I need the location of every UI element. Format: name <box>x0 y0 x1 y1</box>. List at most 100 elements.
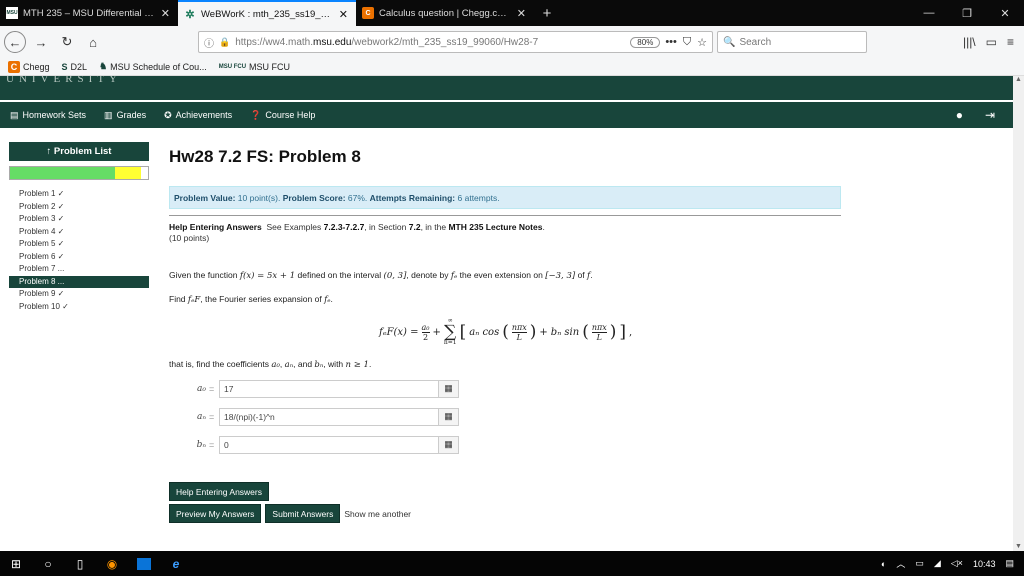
submit-answers-button[interactable]: Submit Answers <box>265 504 341 523</box>
equation-editor-icon[interactable]: ▦ <box>439 435 459 454</box>
frac-num: nπx <box>511 322 527 332</box>
home-icon[interactable]: ⌂ <box>82 31 104 53</box>
menu-grades[interactable]: ▥ Grades <box>104 110 146 121</box>
math-a0: a₀ <box>271 360 280 370</box>
scroll-up-icon[interactable]: ▲ <box>1014 76 1023 84</box>
find-text: . <box>330 294 333 304</box>
tab-msu-differential[interactable]: MSU MTH 235 – MSU Differential Eq ✕ <box>0 0 178 26</box>
problem-list-item[interactable]: Problem 8 ... <box>9 275 149 288</box>
score-text: 67%. <box>347 192 368 203</box>
people-icon[interactable]: ◐ <box>881 559 886 569</box>
frac-den: L <box>516 332 522 342</box>
clock-time[interactable]: 10:43 <box>973 559 996 569</box>
problem-list-item[interactable]: Problem 5 ✓ <box>9 238 149 251</box>
close-icon[interactable]: ✕ <box>159 7 172 20</box>
bookmark-d2l[interactable]: S D2L <box>62 62 88 72</box>
math-interval: (0, 3] <box>383 271 407 281</box>
edge-icon[interactable]: e <box>160 551 192 576</box>
frac-den: L <box>596 332 602 342</box>
menu-label: Course Help <box>265 110 316 120</box>
menu-course-help[interactable]: ❓ Course Help <box>250 110 315 121</box>
preview-answers-button[interactable]: Preview My Answers <box>169 504 262 523</box>
grades-icon: ▥ <box>104 109 113 120</box>
bookmark-star-icon[interactable]: ☆ <box>697 36 707 49</box>
bookmark-chegg[interactable]: C Chegg <box>8 60 50 73</box>
show-another-link[interactable]: Show me another <box>344 509 411 519</box>
equation-editor-icon[interactable]: ▦ <box>439 379 459 398</box>
d2l-icon: S <box>61 61 68 72</box>
bookmark-label: MSU FCU <box>249 61 291 72</box>
library-icon[interactable]: |||\ <box>963 35 976 49</box>
problem-list-item[interactable]: Problem 9 ✓ <box>9 288 149 301</box>
progress-bar <box>9 166 149 180</box>
more-actions-icon[interactable]: ••• <box>665 36 677 49</box>
back-arrow-icon[interactable]: ← <box>4 31 26 53</box>
coeff-text: , and <box>293 359 313 369</box>
menu-achievements[interactable]: ✪ Achievements <box>164 110 232 121</box>
left-paren: ( <box>582 322 589 342</box>
logout-icon[interactable]: ⇥ <box>985 108 995 122</box>
equation-editor-icon[interactable]: ▦ <box>439 407 459 426</box>
problem-list-item[interactable]: Problem 1 ✓ <box>9 188 149 201</box>
npix-over-L: nπx L <box>511 322 527 342</box>
cortana-icon[interactable]: ○ <box>32 551 64 576</box>
summation: ∞ ∑ n=1 <box>444 318 457 346</box>
wifi-icon[interactable]: ◢ <box>934 558 941 569</box>
problem-list-item[interactable]: Problem 3 ✓ <box>9 213 149 226</box>
firefox-icon[interactable]: ◉ <box>96 551 128 576</box>
msu-banner: UNIVERSITY <box>0 76 1013 100</box>
frac-den: 2 <box>422 332 429 342</box>
zoom-indicator[interactable]: 80% <box>630 36 661 48</box>
bookmark-msufcu[interactable]: MSU FCU MSU FCU <box>219 62 290 72</box>
url-text[interactable]: https://ww4.math.msu.edu/webwork2/mth_23… <box>235 37 625 48</box>
windows-start-icon[interactable]: ⊞ <box>0 551 32 576</box>
coeff-text: , with <box>323 359 344 369</box>
restore-icon[interactable]: ❐ <box>948 0 986 26</box>
chevron-up-icon[interactable]: ︿ <box>896 557 905 570</box>
bookmark-msu-schedule[interactable]: ♞ MSU Schedule of Cou... <box>99 61 207 72</box>
user-icon[interactable]: ● <box>956 108 963 122</box>
pocket-icon[interactable]: ⛉ <box>683 36 691 49</box>
url-bar[interactable]: ⓘ 🔒 https://ww4.math.msu.edu/webwork2/mt… <box>198 31 713 53</box>
equals-sign: = <box>209 383 215 394</box>
search-input[interactable]: 🔍 Search <box>717 31 867 53</box>
volume-icon[interactable]: ◁× <box>951 558 963 569</box>
page-scrollbar[interactable]: ▲ ▼ <box>1013 76 1024 551</box>
problem-list-item[interactable]: Problem 2 ✓ <box>9 201 149 214</box>
bookmarks-bar: C Chegg S D2L ♞ MSU Schedule of Cou... M… <box>0 58 1024 76</box>
battery-icon[interactable]: ▭ <box>915 558 924 569</box>
answer-input-bn[interactable] <box>219 435 439 454</box>
help-entering-answers-button[interactable]: Help Entering Answers <box>169 482 269 501</box>
problem-list-button[interactable]: ↑ Problem List <box>9 142 149 161</box>
a0-over-2: a₀ 2 <box>421 323 430 342</box>
page-title: Hw28 7.2 FS: Problem 8 <box>169 147 361 166</box>
menu-homework-sets[interactable]: ▤ Homework Sets <box>10 110 86 121</box>
reload-icon[interactable]: ↻ <box>56 31 78 53</box>
info-icon[interactable]: ⓘ <box>204 35 214 50</box>
close-icon[interactable]: ✕ <box>337 8 350 21</box>
tab-chegg[interactable]: C Calculus question | Chegg.com ✕ <box>356 0 534 26</box>
problem-list-item[interactable]: Problem 7 ... <box>9 263 149 276</box>
scroll-down-icon[interactable]: ▼ <box>1014 543 1023 551</box>
sidebar-toggle-icon[interactable]: ▭ <box>986 35 997 49</box>
problem-list-item[interactable]: Problem 4 ✓ <box>9 226 149 239</box>
search-placeholder: Search <box>739 36 772 48</box>
notifications-icon[interactable]: ▤ <box>1005 558 1014 569</box>
tab-webwork[interactable]: ✲ WeBWorK : mth_235_ss19_990 ✕ <box>178 0 356 26</box>
answer-input-an[interactable] <box>219 407 439 426</box>
close-icon[interactable]: ✕ <box>515 7 528 20</box>
problem-list-item[interactable]: Problem 6 ✓ <box>9 251 149 264</box>
progress-correct <box>10 167 115 179</box>
minimize-icon[interactable]: — <box>910 0 948 26</box>
lock-icon[interactable]: 🔒 <box>219 37 230 48</box>
msu-icon: ♞ <box>99 61 108 71</box>
task-view-icon[interactable]: ▯ <box>64 551 96 576</box>
store-icon[interactable] <box>128 551 160 576</box>
problem-list-item[interactable]: Problem 10 ✓ <box>9 301 149 314</box>
hamburger-menu-icon[interactable]: ≡ <box>1007 35 1014 49</box>
answer-row-bn: bₙ = ▦ <box>169 435 841 454</box>
forward-arrow-icon[interactable]: → <box>30 31 52 53</box>
new-tab-button[interactable]: + <box>534 0 560 26</box>
answer-input-a0[interactable] <box>219 379 439 398</box>
close-window-icon[interactable]: ✕ <box>986 0 1024 26</box>
